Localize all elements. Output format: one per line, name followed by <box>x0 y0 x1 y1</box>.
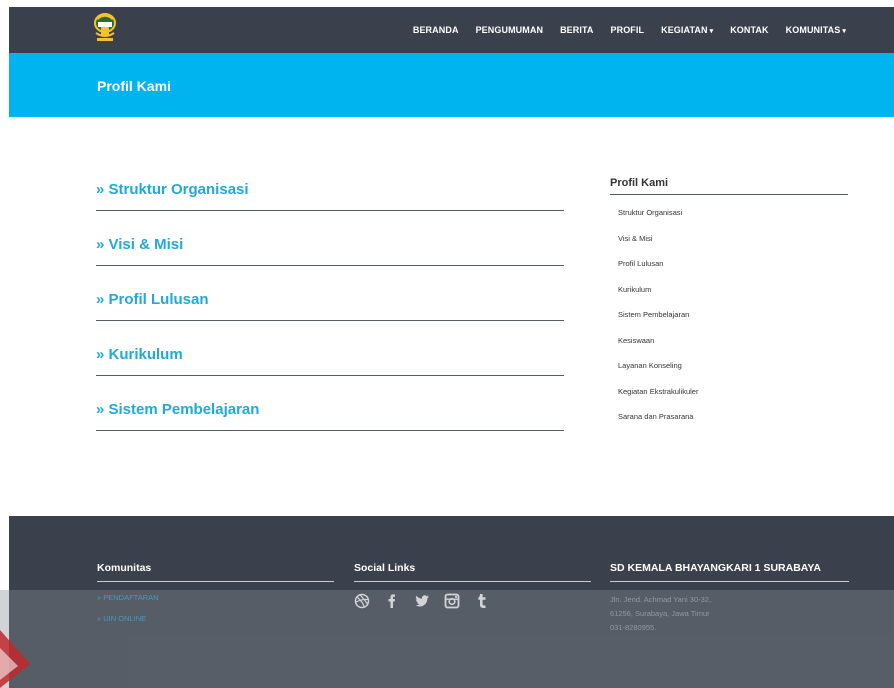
sidebar-item-kegiatan-ekstrakulikuler[interactable]: Kegiatan Ekstrakulikuler <box>618 385 848 411</box>
footer-column-title: Komunitas <box>97 562 152 574</box>
sidebar-item-visi-misi[interactable]: Visi & Misi <box>618 232 848 258</box>
link-profil-lulusan[interactable]: » Profil Lulusan <box>96 291 209 308</box>
footer-link-pendaftaran[interactable]: » PENDAFTARAN <box>97 593 334 614</box>
caret-down-icon: ▾ <box>842 28 846 35</box>
nav-profil[interactable]: PROFIL <box>611 25 645 35</box>
social-icons <box>354 593 591 609</box>
list-item: » Kurikulum <box>96 337 564 392</box>
dribbble-icon[interactable] <box>354 593 370 609</box>
footer: Komunitas » PENDAFTARAN » UIN ONLINE Soc… <box>9 516 894 688</box>
divider <box>97 581 334 582</box>
nav-label: PENGUMUMAN <box>475 25 544 35</box>
address-line: 61256, Surabaya, Jawa Timur <box>610 609 710 618</box>
list-item: » Struktur Organisasi <box>96 172 564 227</box>
sidebar-item-profil-lulusan[interactable]: Profil Lulusan <box>618 257 848 283</box>
sidebar-item-kurikulum[interactable]: Kurikulum <box>618 283 848 309</box>
nav-beranda[interactable]: BERANDA <box>413 25 459 35</box>
page-header-banner: Profil Kami <box>9 53 894 117</box>
divider <box>96 430 564 431</box>
nav-label: BERANDA <box>412 25 459 35</box>
phone-number: 031-8280955. <box>610 623 657 632</box>
top-navbar: BERANDA PENGUMUMAN BERITA PROFIL KEGIATA… <box>9 7 894 53</box>
page-title: Profil Kami <box>97 78 171 94</box>
list-item: » Sistem Pembelajaran <box>96 392 564 447</box>
nav-label: BERITA <box>560 25 594 35</box>
divider <box>96 210 564 211</box>
sidebar-title: Profil Kami <box>610 177 669 189</box>
link-struktur-organisasi[interactable]: » Struktur Organisasi <box>96 181 249 198</box>
divider <box>610 581 849 582</box>
divider <box>96 265 564 266</box>
sidebar-item-layanan-konseling[interactable]: Layanan Konseling <box>618 359 848 385</box>
nav-kegiatan-dropdown[interactable]: KEGIATAN ▾ <box>661 25 713 35</box>
address-line: Jln. Jend. Achmad Yani 30-32, <box>610 595 712 604</box>
footer-column-title: Social Links <box>354 562 416 574</box>
footer-column-title: SD KEMALA BHAYANGKARI 1 SURABAYA <box>610 562 822 574</box>
divider <box>610 194 848 195</box>
nav-label: KEGIATAN <box>661 25 708 35</box>
sidebar-item-kesiswaan[interactable]: Kesiswaan <box>618 334 848 360</box>
main-menu: BERANDA PENGUMUMAN BERITA PROFIL KEGIATA… <box>396 7 846 53</box>
facebook-icon[interactable] <box>384 593 400 609</box>
divider <box>96 375 564 376</box>
nav-label: KONTAK <box>730 25 769 35</box>
profile-section-list: » Struktur Organisasi » Visi & Misi » Pr… <box>96 172 564 447</box>
divider <box>96 320 564 321</box>
footer-link-uin-online[interactable]: » UIN ONLINE <box>97 614 334 635</box>
tumblr-icon[interactable] <box>474 593 490 609</box>
sidebar-item-sistem-pembelajaran[interactable]: Sistem Pembelajaran <box>618 308 848 334</box>
twitter-icon[interactable] <box>414 593 430 609</box>
instagram-icon[interactable] <box>444 593 460 609</box>
footer-komunitas: Komunitas » PENDAFTARAN » UIN ONLINE <box>97 562 334 635</box>
sidebar-item-struktur-organisasi[interactable]: Struktur Organisasi <box>618 206 848 232</box>
nav-label: PROFIL <box>610 25 645 35</box>
nav-pengumuman[interactable]: PENGUMUMAN <box>476 25 544 35</box>
school-logo[interactable] <box>88 9 122 49</box>
nav-kontak[interactable]: KONTAK <box>730 25 768 35</box>
divider <box>354 581 591 582</box>
nav-komunitas-dropdown[interactable]: KOMUNITAS ▾ <box>786 25 846 35</box>
sidebar: Profil Kami Struktur Organisasi Visi & M… <box>610 172 848 436</box>
list-item: » Profil Lulusan <box>96 282 564 337</box>
footer-social: Social Links <box>354 562 591 609</box>
list-item: » Visi & Misi <box>96 227 564 282</box>
caret-down-icon: ▾ <box>709 28 714 35</box>
footer-school-info: SD KEMALA BHAYANGKARI 1 SURABAYA Jln. Je… <box>610 562 849 635</box>
link-sistem-pembelajaran[interactable]: » Sistem Pembelajaran <box>96 401 259 418</box>
link-kurikulum[interactable]: » Kurikulum <box>96 346 183 363</box>
sidebar-item-sarana-prasarana[interactable]: Sarana dan Prasarana <box>618 410 848 436</box>
nav-label: KOMUNITAS <box>785 25 841 35</box>
nav-berita[interactable]: BERITA <box>560 25 593 35</box>
link-visi-misi[interactable]: » Visi & Misi <box>96 236 183 253</box>
watermark-shape <box>0 630 30 688</box>
